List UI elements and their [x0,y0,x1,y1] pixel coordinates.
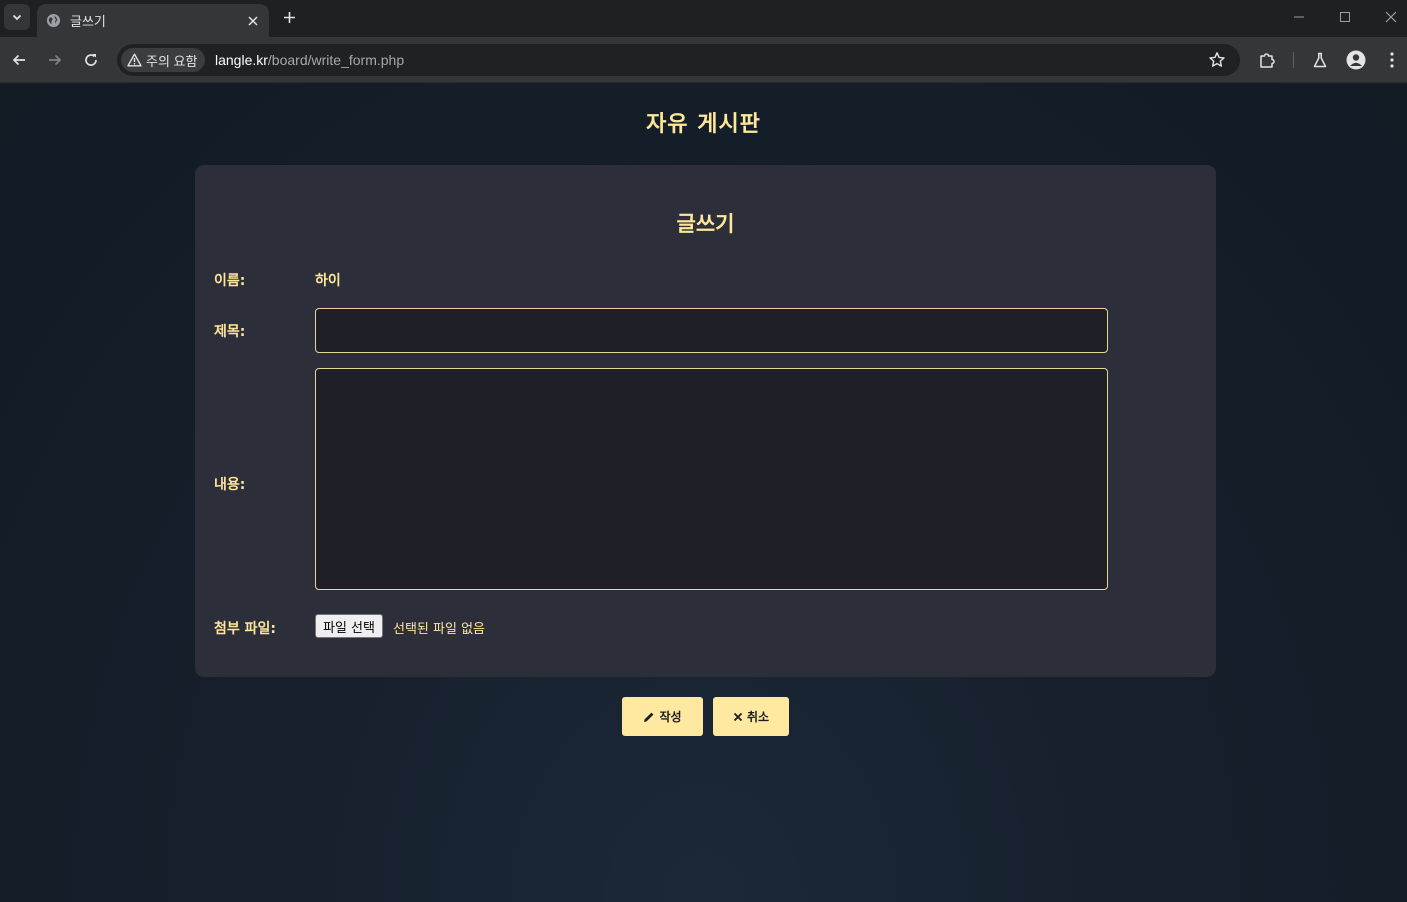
labs-button[interactable] [1309,49,1331,71]
close-icon [733,712,743,721]
maximize-icon [1340,12,1350,22]
content-textarea[interactable] [315,368,1108,590]
subject-label: 제목: [214,324,246,340]
reload-button[interactable] [79,48,103,72]
browser-toolbar: 주의 요함 langle.kr/board/write_form.php [0,37,1407,83]
write-form-card: 글쓰기 이름: 하이 제목: 내용: 첨부 파일: 파일 선택 선택된 파일 없… [195,165,1216,677]
page-title: 자유 게시판 [646,112,761,137]
warning-icon [127,53,142,67]
plus-icon [283,11,295,23]
minimize-button[interactable] [1288,6,1310,28]
flask-icon [1313,52,1327,68]
close-icon [248,15,258,26]
close-window-button[interactable] [1380,6,1402,28]
subject-input[interactable] [315,308,1108,353]
globe-icon [46,13,61,28]
browser-tab[interactable]: 글쓰기 [37,4,269,37]
cancel-button-label: 취소 [746,710,770,724]
address-bar[interactable]: 주의 요함 langle.kr/board/write_form.php [117,44,1240,76]
arrow-left-icon [12,54,25,66]
forward-button[interactable] [43,48,67,72]
minimize-icon [1294,16,1304,18]
maximize-button[interactable] [1334,6,1356,28]
security-chip-label: 주의 요함 [146,53,198,69]
url-text[interactable]: langle.kr/board/write_form.php [215,52,404,68]
pencil-icon [644,712,654,722]
more-vert-icon [1390,52,1394,68]
name-label: 이름: [214,273,246,289]
puzzle-icon [1260,53,1275,68]
tab-search-button[interactable] [4,4,30,30]
back-button[interactable] [7,48,31,72]
close-icon [1385,11,1397,23]
name-value: 하이 [315,273,341,289]
extensions-button[interactable] [1256,49,1278,71]
reload-icon [85,54,97,66]
arrow-right-icon [49,54,62,66]
submit-button[interactable]: 작성 [622,697,703,736]
form-title: 글쓰기 [676,212,735,236]
attachment-label: 첨부 파일: [214,621,276,637]
page-content: 자유 게시판 글쓰기 이름: 하이 제목: 내용: 첨부 파일: 파일 선택 선… [0,84,1407,902]
avatar-icon [1346,50,1366,70]
content-label: 내용: [214,477,246,493]
toolbar-separator [1293,52,1294,68]
tab-title: 글쓰기 [70,14,106,29]
security-warning-chip[interactable]: 주의 요함 [121,48,206,72]
bookmark-star-icon[interactable] [1208,51,1226,69]
close-tab-button[interactable] [245,13,261,29]
url-host: langle.kr [215,52,268,68]
chevron-down-icon [12,14,22,21]
url-path: /board/write_form.php [267,52,405,68]
new-tab-button[interactable] [279,7,299,27]
file-status-text: 선택된 파일 없음 [393,622,485,637]
profile-button[interactable] [1345,49,1367,71]
tab-strip: 글쓰기 [0,0,1407,37]
submit-button-label: 작성 [659,710,682,724]
cancel-button[interactable]: 취소 [713,697,789,736]
menu-button[interactable] [1381,49,1403,71]
file-select-button[interactable]: 파일 선택 [315,614,383,638]
